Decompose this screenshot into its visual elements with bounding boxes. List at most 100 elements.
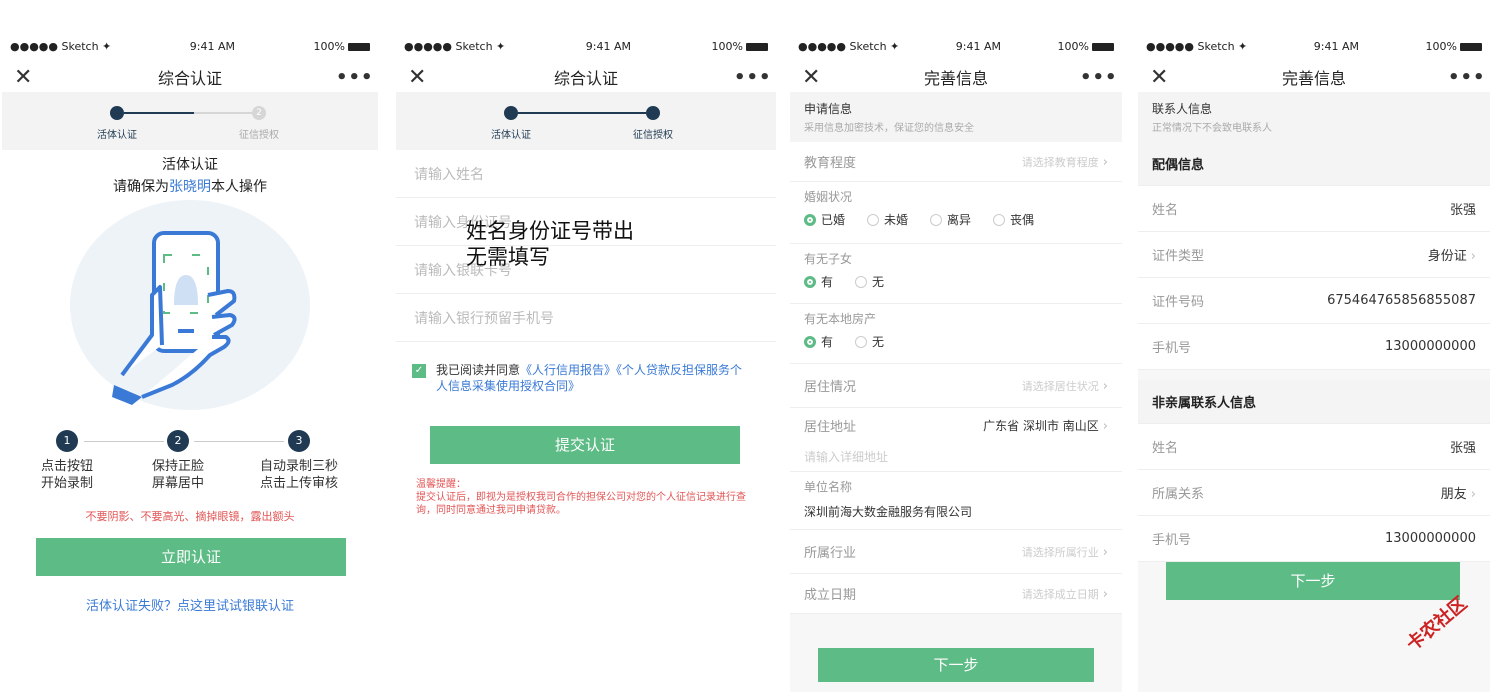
more-icon[interactable]: ••• bbox=[336, 67, 373, 88]
step-1-label: 活体认证 bbox=[97, 130, 137, 141]
battery-icon bbox=[746, 42, 768, 51]
screen-credit-auth: ●●●●● Sketch ✦ 9:41 AM 100% ✕ 综合认证 ••• 活… bbox=[396, 30, 776, 692]
liveness-heading: 活体认证 bbox=[162, 157, 218, 173]
battery: 100% bbox=[712, 40, 768, 53]
instruction-steps: 1 2 3 点击按钮 开始录制 保持正脸 屏幕居中 自动录制三秒 点击上传审核 bbox=[2, 430, 378, 510]
reminder: 温馨提醒： 提交认证后，即视为是授权我司合作的担保公司对您的个人征信记录进行查询… bbox=[416, 479, 746, 516]
submit-verify-button[interactable]: 提交认证 bbox=[430, 426, 740, 464]
bank-phone-input[interactable]: 请输入银行预留手机号 bbox=[396, 294, 776, 342]
other-name-row[interactable]: 姓名 张强 bbox=[1138, 424, 1490, 470]
more-icon[interactable]: ••• bbox=[1448, 67, 1485, 88]
radio-property-no[interactable]: 无 bbox=[855, 333, 884, 350]
liveness-subheading: 请确保为张晓明本人操作 bbox=[113, 179, 267, 195]
address-detail-input[interactable]: 请输入详细地址 bbox=[790, 442, 1122, 472]
status-bar: ●●●●● Sketch ✦ 9:41 AM 100% bbox=[1138, 30, 1490, 62]
radio-widowed[interactable]: 丧偶 bbox=[993, 211, 1034, 228]
radio-children-no[interactable]: 无 bbox=[855, 273, 884, 290]
step-2-label: 征信授权 bbox=[633, 130, 673, 141]
founded-date-select[interactable]: 成立日期 请选择成立日期 › bbox=[790, 574, 1122, 614]
close-icon[interactable]: ✕ bbox=[802, 65, 832, 90]
chevron-right-icon: › bbox=[1102, 378, 1108, 394]
instruction-2: 保持正脸 屏幕居中 bbox=[151, 459, 204, 491]
radio-single[interactable]: 未婚 bbox=[867, 211, 908, 228]
spouse-id-number-row[interactable]: 证件号码 675464765856855087 bbox=[1138, 278, 1490, 324]
status-bar: ●●●●● Sketch ✦ 9:41 AM 100% bbox=[2, 30, 378, 62]
close-icon[interactable]: ✕ bbox=[14, 65, 44, 90]
start-verify-button[interactable]: 立即认证 bbox=[36, 538, 346, 576]
step-2-dot: 2 bbox=[252, 106, 266, 120]
close-icon[interactable]: ✕ bbox=[408, 65, 438, 90]
nav-bar: ✕ 完善信息 ••• bbox=[790, 62, 1122, 92]
nav-bar: ✕ 完善信息 ••• bbox=[1138, 62, 1490, 92]
more-icon[interactable]: ••• bbox=[1080, 67, 1117, 88]
stepper: 活体认证 征信授权 bbox=[396, 92, 776, 150]
next-button[interactable]: 下一步 bbox=[1166, 562, 1460, 600]
battery: 100% bbox=[314, 40, 370, 53]
step-num-3: 3 bbox=[288, 430, 310, 452]
step-line-done bbox=[518, 112, 646, 114]
screenshot-root: ●●●●● Sketch ✦ 9:41 AM 100% ✕ 综合认证 ••• 2… bbox=[0, 0, 1501, 692]
screen-contact-info: ●●●●● Sketch ✦ 9:41 AM 100% ✕ 完善信息 ••• 联… bbox=[1138, 30, 1490, 692]
step-line-done bbox=[124, 112, 194, 114]
battery: 100% bbox=[1426, 40, 1482, 53]
page-title: 完善信息 bbox=[923, 69, 988, 88]
other-relation-row[interactable]: 所属关系 朋友 › bbox=[1138, 470, 1490, 516]
unionpay-link[interactable]: 活体认证失败？点这里试试银联认证 bbox=[2, 595, 378, 614]
page-title: 综合认证 bbox=[553, 69, 618, 88]
chevron-right-icon: › bbox=[1102, 586, 1108, 602]
carrier: ●●●●● Sketch ✦ bbox=[798, 39, 900, 53]
stepper: 2 活体认证 征信授权 bbox=[2, 92, 378, 150]
step-1-dot bbox=[504, 106, 518, 120]
annotation-overlay: 姓名身份证号带出 无需填写 bbox=[466, 219, 634, 269]
clock: 9:41 AM bbox=[1313, 39, 1360, 53]
industry-select[interactable]: 所属行业 请选择所属行业 › bbox=[790, 530, 1122, 574]
battery-icon bbox=[1092, 42, 1114, 51]
radio-property-yes[interactable]: 有 bbox=[804, 333, 833, 350]
step-num-1: 1 bbox=[56, 430, 78, 452]
spouse-phone-row[interactable]: 手机号 13000000000 bbox=[1138, 324, 1490, 370]
residence-select[interactable]: 居住情况 请选择居住状况 › bbox=[790, 364, 1122, 408]
step-2-dot bbox=[646, 106, 660, 120]
other-phone-row[interactable]: 手机号 13000000000 bbox=[1138, 516, 1490, 562]
spouse-name-row[interactable]: 姓名 张强 bbox=[1138, 186, 1490, 232]
next-button[interactable]: 下一步 bbox=[818, 648, 1094, 682]
section-header: 申请信息 采用信息加密技术，保证您的信息安全 bbox=[790, 92, 1122, 142]
spouse-group-title: 配偶信息 bbox=[1138, 142, 1490, 186]
user-name: 张晓明 bbox=[169, 179, 211, 195]
radio-children-yes[interactable]: 有 bbox=[804, 273, 833, 290]
radio-married[interactable]: 已婚 bbox=[804, 211, 845, 228]
status-bar: ●●●●● Sketch ✦ 9:41 AM 100% bbox=[396, 30, 776, 62]
agreement-text: 我已阅读并同意《人行信用报告》《个人贷款反担保服务个人信息采集使用授权合同》 bbox=[436, 363, 743, 393]
step-1-dot bbox=[110, 106, 124, 120]
close-icon[interactable]: ✕ bbox=[1150, 65, 1180, 90]
hand-phone-icon bbox=[112, 231, 237, 405]
agree-checkbox[interactable]: ✓ bbox=[412, 364, 426, 378]
warning-text: 不要阴影、不要高光、摘掉眼镜，露出额头 bbox=[85, 510, 295, 523]
screen-application-info: ●●●●● Sketch ✦ 9:41 AM 100% ✕ 完善信息 ••• 申… bbox=[790, 30, 1122, 692]
name-input[interactable]: 请输入姓名 bbox=[396, 150, 776, 198]
company-field[interactable]: 单位名称 深圳前海大数金融服务有限公司 bbox=[790, 472, 1122, 530]
more-icon[interactable]: ••• bbox=[734, 67, 771, 88]
nav-bar: ✕ 综合认证 ••• bbox=[2, 62, 378, 92]
chevron-right-icon: › bbox=[1470, 487, 1476, 502]
spouse-id-type-row[interactable]: 证件类型 身份证 › bbox=[1138, 232, 1490, 278]
carrier: ●●●●● Sketch ✦ bbox=[404, 39, 506, 53]
education-select[interactable]: 教育程度 请选择教育程度 › bbox=[790, 142, 1122, 182]
page-title: 综合认证 bbox=[157, 69, 222, 88]
battery: 100% bbox=[1058, 40, 1114, 53]
clock: 9:41 AM bbox=[189, 39, 236, 53]
battery-icon bbox=[1460, 42, 1482, 51]
battery-icon bbox=[348, 42, 370, 51]
clock: 9:41 AM bbox=[955, 39, 1002, 53]
address-select[interactable]: 居住地址 广东省 深圳市 南山区 › bbox=[790, 408, 1122, 442]
radio-divorced[interactable]: 离异 bbox=[930, 211, 971, 228]
carrier: ●●●●● Sketch ✦ bbox=[10, 39, 112, 53]
step-line-pending bbox=[194, 112, 252, 114]
status-bar: ●●●●● Sketch ✦ 9:41 AM 100% bbox=[790, 30, 1122, 62]
agreement: ✓ 我已阅读并同意《人行信用报告》《个人贷款反担保服务个人信息采集使用授权合同》 bbox=[412, 362, 752, 394]
step-connector bbox=[194, 441, 284, 442]
chevron-right-icon: › bbox=[1102, 154, 1108, 170]
liveness-header: 活体认证 请确保为张晓明本人操作 bbox=[2, 154, 378, 196]
other-group-title: 非亲属联系人信息 bbox=[1138, 380, 1490, 424]
